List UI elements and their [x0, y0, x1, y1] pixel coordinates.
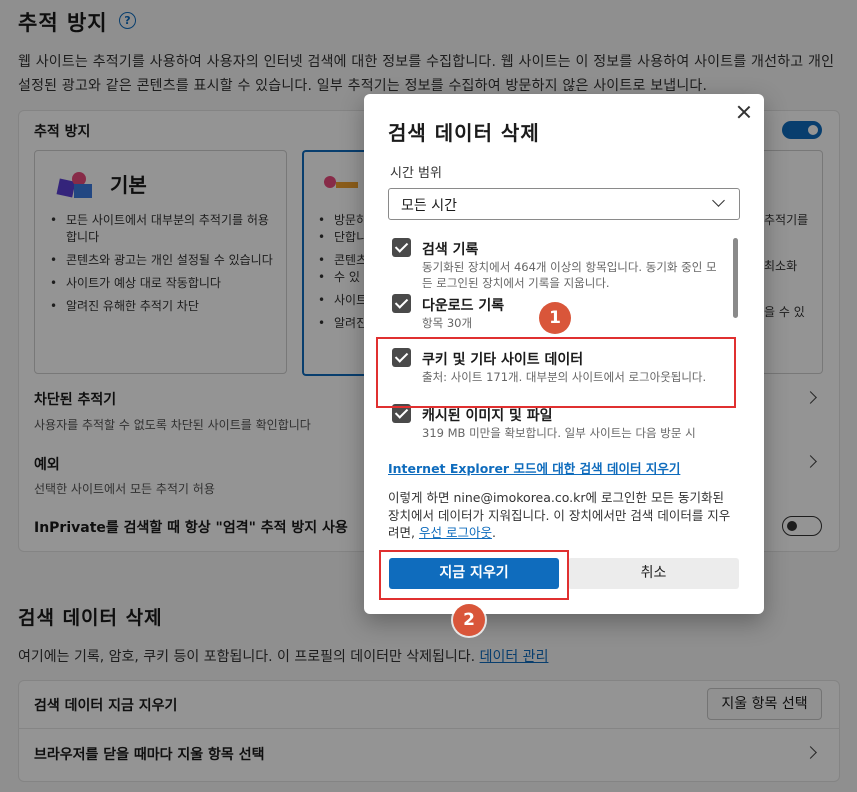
info-end: . [491, 525, 496, 540]
close-icon[interactable] [736, 104, 752, 120]
highlight-cookies-box [376, 337, 736, 408]
item-title: 다운로드 기록 [422, 298, 505, 314]
step-badge-2: 2 [453, 604, 485, 636]
time-range-value: 모든 시간 [401, 198, 457, 214]
step-badge-1: 1 [539, 302, 571, 334]
ie-mode-clear-link[interactable]: Internet Explorer 모드에 대한 검색 데이터 지우기 [388, 458, 680, 477]
dialog-title: 검색 데이터 삭제 [388, 121, 540, 145]
cancel-button[interactable]: 취소 [568, 558, 739, 589]
item-title: 캐시된 이미지 및 파일 [422, 408, 553, 424]
item-title: 검색 기록 [422, 242, 479, 258]
item-sub: 항목 30개 [422, 316, 473, 330]
chevron-down-icon [712, 194, 725, 207]
sync-info-text: 이렇게 하면 nine@imokorea.co.kr에 로그인한 모든 동기화된… [388, 489, 738, 542]
time-range-select[interactable]: 모든 시간 [388, 188, 740, 220]
time-range-label: 시간 범위 [390, 166, 442, 181]
signout-link[interactable]: 우선 로그아웃 [419, 525, 492, 540]
scrollbar[interactable] [733, 238, 738, 318]
highlight-clear-button-box [379, 550, 569, 600]
data-type-list[interactable]: 검색 기록 동기화된 장치에서 464개 이상의 항목입니다. 동기화 중인 모… [388, 228, 730, 442]
item-sub: 동기화된 장치에서 464개 이상의 항목입니다. 동기화 중인 모든 로그인된… [422, 260, 717, 290]
item-sub: 319 MB 미만을 확보합니다. 일부 사이트는 다음 방문 시 [422, 426, 696, 440]
checkbox-browsing-history[interactable] [392, 238, 411, 257]
checkbox-download-history[interactable] [392, 294, 411, 313]
